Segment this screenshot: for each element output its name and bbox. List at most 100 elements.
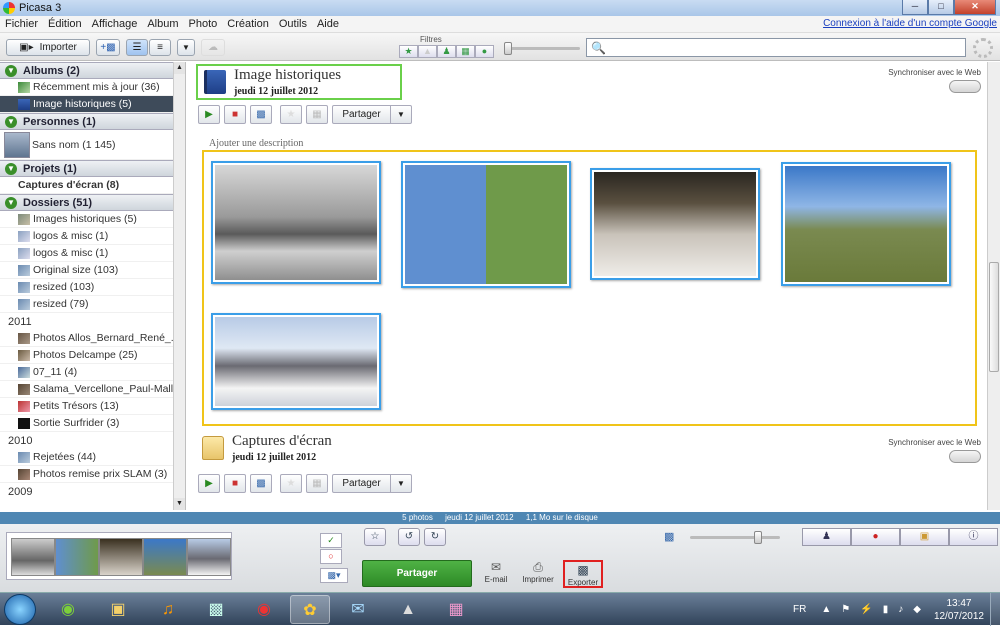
tray-thumbnail[interactable] xyxy=(187,538,231,576)
add-to-album-button[interactable]: +▩ xyxy=(96,39,120,56)
scroll-up-icon[interactable]: ▲ xyxy=(174,62,185,74)
menu-edition[interactable]: Édition xyxy=(43,18,87,30)
photo-thumbnail[interactable] xyxy=(781,162,951,286)
collapse-icon[interactable]: ▼ xyxy=(5,115,17,128)
sidebar-folder[interactable]: Original size (103) xyxy=(0,262,185,279)
spotify-icon[interactable]: ◉ xyxy=(48,595,88,624)
collapse-icon[interactable]: ▼ xyxy=(5,196,17,209)
media-player-icon[interactable]: ♫ xyxy=(148,595,188,624)
save-icon[interactable]: ▦ xyxy=(306,105,328,124)
scroll-down-icon[interactable]: ▼ xyxy=(174,498,185,510)
sidebar-item-image-historiques[interactable]: Image historiques (5) xyxy=(0,96,185,113)
folder-header-image-historiques[interactable]: Image historiques jeudi 12 juillet 2012 xyxy=(196,64,402,100)
rotate-left-icon[interactable]: ↺ xyxy=(398,528,420,546)
view-list-button[interactable]: ☰ xyxy=(126,39,148,56)
hold-pin-icon[interactable]: ✓ xyxy=(320,533,342,548)
folder-share-button[interactable]: Partager ▼ xyxy=(332,105,412,124)
explorer-icon[interactable]: ▣ xyxy=(98,595,138,624)
photo-thumbnail[interactable] xyxy=(401,161,571,288)
menu-aide[interactable]: Aide xyxy=(312,18,344,30)
sync-toggle[interactable] xyxy=(949,450,981,463)
sidebar-item-recent[interactable]: Récemment mis à jour (36) xyxy=(0,79,185,96)
sidebar-scrollbar[interactable]: ▲ ▼ xyxy=(173,62,185,510)
search-input[interactable] xyxy=(609,40,965,55)
menu-outils[interactable]: Outils xyxy=(274,18,312,30)
slideshow-play-icon[interactable]: ▶ xyxy=(198,105,220,124)
show-desktop-button[interactable] xyxy=(990,593,1000,626)
tray-thumbnail[interactable] xyxy=(99,538,143,576)
star-icon[interactable]: ★ xyxy=(280,474,302,493)
collapse-icon[interactable]: ▼ xyxy=(5,162,17,175)
save-icon[interactable]: ▦ xyxy=(306,474,328,493)
sidebar-folder[interactable]: 07_11 (4) xyxy=(0,364,185,381)
picasa-taskbar-icon[interactable]: ✿ xyxy=(290,595,330,624)
people-header[interactable]: ▼ Personnes (1) xyxy=(0,113,185,130)
tags-view-icon[interactable]: ▣ xyxy=(900,528,949,546)
close-button[interactable]: ✕ xyxy=(954,0,996,15)
folder-share-button[interactable]: Partager ▼ xyxy=(332,474,412,493)
sidebar-folder[interactable]: Rejetées (44) xyxy=(0,449,185,466)
tray-thumbnail[interactable] xyxy=(143,538,187,576)
image-app-icon[interactable]: ▦ xyxy=(436,595,476,624)
share-button[interactable]: Partager xyxy=(362,560,472,587)
photo-thumbnail[interactable] xyxy=(211,161,381,284)
sidebar-folder[interactable]: resized (103) xyxy=(0,279,185,296)
chrome-icon[interactable]: ◉ xyxy=(244,595,284,624)
thumbnail-size-slider[interactable] xyxy=(690,531,780,544)
network-icon[interactable]: ▮ xyxy=(883,604,889,615)
power-icon[interactable]: ⚡ xyxy=(860,604,872,615)
sidebar-folder[interactable]: resized (79) xyxy=(0,296,185,313)
thunderbird-icon[interactable]: ✉ xyxy=(338,595,378,624)
collapse-icon[interactable]: ▼ xyxy=(5,64,17,77)
movie-icon[interactable]: ▩ xyxy=(250,105,272,124)
email-button[interactable]: ✉ E-mail xyxy=(478,560,514,584)
add-description-field[interactable]: Ajouter une description xyxy=(209,138,303,149)
flag-icon[interactable]: ⚑ xyxy=(841,604,850,615)
albums-header[interactable]: ▼ Albums (2) xyxy=(0,62,185,79)
slideshow-play-icon[interactable]: ▶ xyxy=(198,474,220,493)
sidebar-folder[interactable]: Petits Trésors (13) xyxy=(0,398,185,415)
folder-header-captures[interactable]: Captures d'écran jeudi 12 juillet 2012 xyxy=(196,430,496,466)
sidebar-item-captures[interactable]: Captures d'écran (8) xyxy=(0,177,185,194)
sidebar-folder[interactable]: Photos remise prix SLAM (3) xyxy=(0,466,185,483)
sidebar-folder[interactable]: Sortie Surfrider (3) xyxy=(0,415,185,432)
sidebar-folder[interactable]: logos & misc (1) xyxy=(0,245,185,262)
view-options-dropdown[interactable]: ▼ xyxy=(177,39,195,56)
screenshot-tool-icon[interactable]: ▩ xyxy=(196,595,236,624)
movie-icon[interactable]: ▩ xyxy=(250,474,272,493)
rotate-right-icon[interactable]: ↻ xyxy=(424,528,446,546)
thumbnail-slider-handle[interactable] xyxy=(754,531,762,544)
folders-header[interactable]: ▼ Dossiers (51) xyxy=(0,194,185,211)
places-view-icon[interactable]: ● xyxy=(851,528,900,546)
chevron-down-icon[interactable]: ▼ xyxy=(391,479,411,488)
export-button[interactable]: ▩ Exporter xyxy=(563,560,603,588)
inkscape-icon[interactable]: ▲ xyxy=(388,595,428,624)
volume-icon[interactable]: ♪ xyxy=(898,604,903,615)
people-view-icon[interactable]: ♟ xyxy=(802,528,851,546)
filter-upload-icon[interactable]: ▲ xyxy=(418,45,437,58)
projects-header[interactable]: ▼ Projets (1) xyxy=(0,160,185,177)
chevron-down-icon[interactable]: ▼ xyxy=(391,110,411,119)
minimize-button[interactable]: ─ xyxy=(902,0,928,15)
search-box[interactable]: 🔍 xyxy=(586,38,966,57)
collage-icon[interactable]: ■ xyxy=(224,474,246,493)
sidebar-item-sans-nom[interactable]: Sans nom (1 145) xyxy=(0,130,185,160)
google-login-link[interactable]: Connexion à l'aide d'un compte Google xyxy=(823,18,997,29)
dropbox-icon[interactable]: ◆ xyxy=(913,604,921,615)
menu-album[interactable]: Album xyxy=(142,18,183,30)
main-scrollbar[interactable] xyxy=(987,62,1000,510)
menu-affichage[interactable]: Affichage xyxy=(87,18,143,30)
star-icon[interactable]: ☆ xyxy=(364,528,386,546)
menu-creation[interactable]: Création xyxy=(222,18,274,30)
photo-thumbnail[interactable] xyxy=(590,168,760,280)
clear-selection-icon[interactable]: ○ xyxy=(320,549,342,564)
view-tree-button[interactable]: ≡ xyxy=(149,39,171,56)
tray-thumbnail[interactable] xyxy=(11,538,55,576)
info-icon[interactable]: ⓘ xyxy=(949,528,998,546)
menu-photo[interactable]: Photo xyxy=(184,18,223,30)
sidebar-folder[interactable]: Photos Delcampe (25) xyxy=(0,347,185,364)
filter-person-icon[interactable]: ♟ xyxy=(437,45,456,58)
import-button[interactable]: ▣▸ Importer xyxy=(6,39,90,56)
language-indicator[interactable]: FR xyxy=(793,604,806,615)
add-to-album-icon[interactable]: ▩▾ xyxy=(320,568,348,583)
